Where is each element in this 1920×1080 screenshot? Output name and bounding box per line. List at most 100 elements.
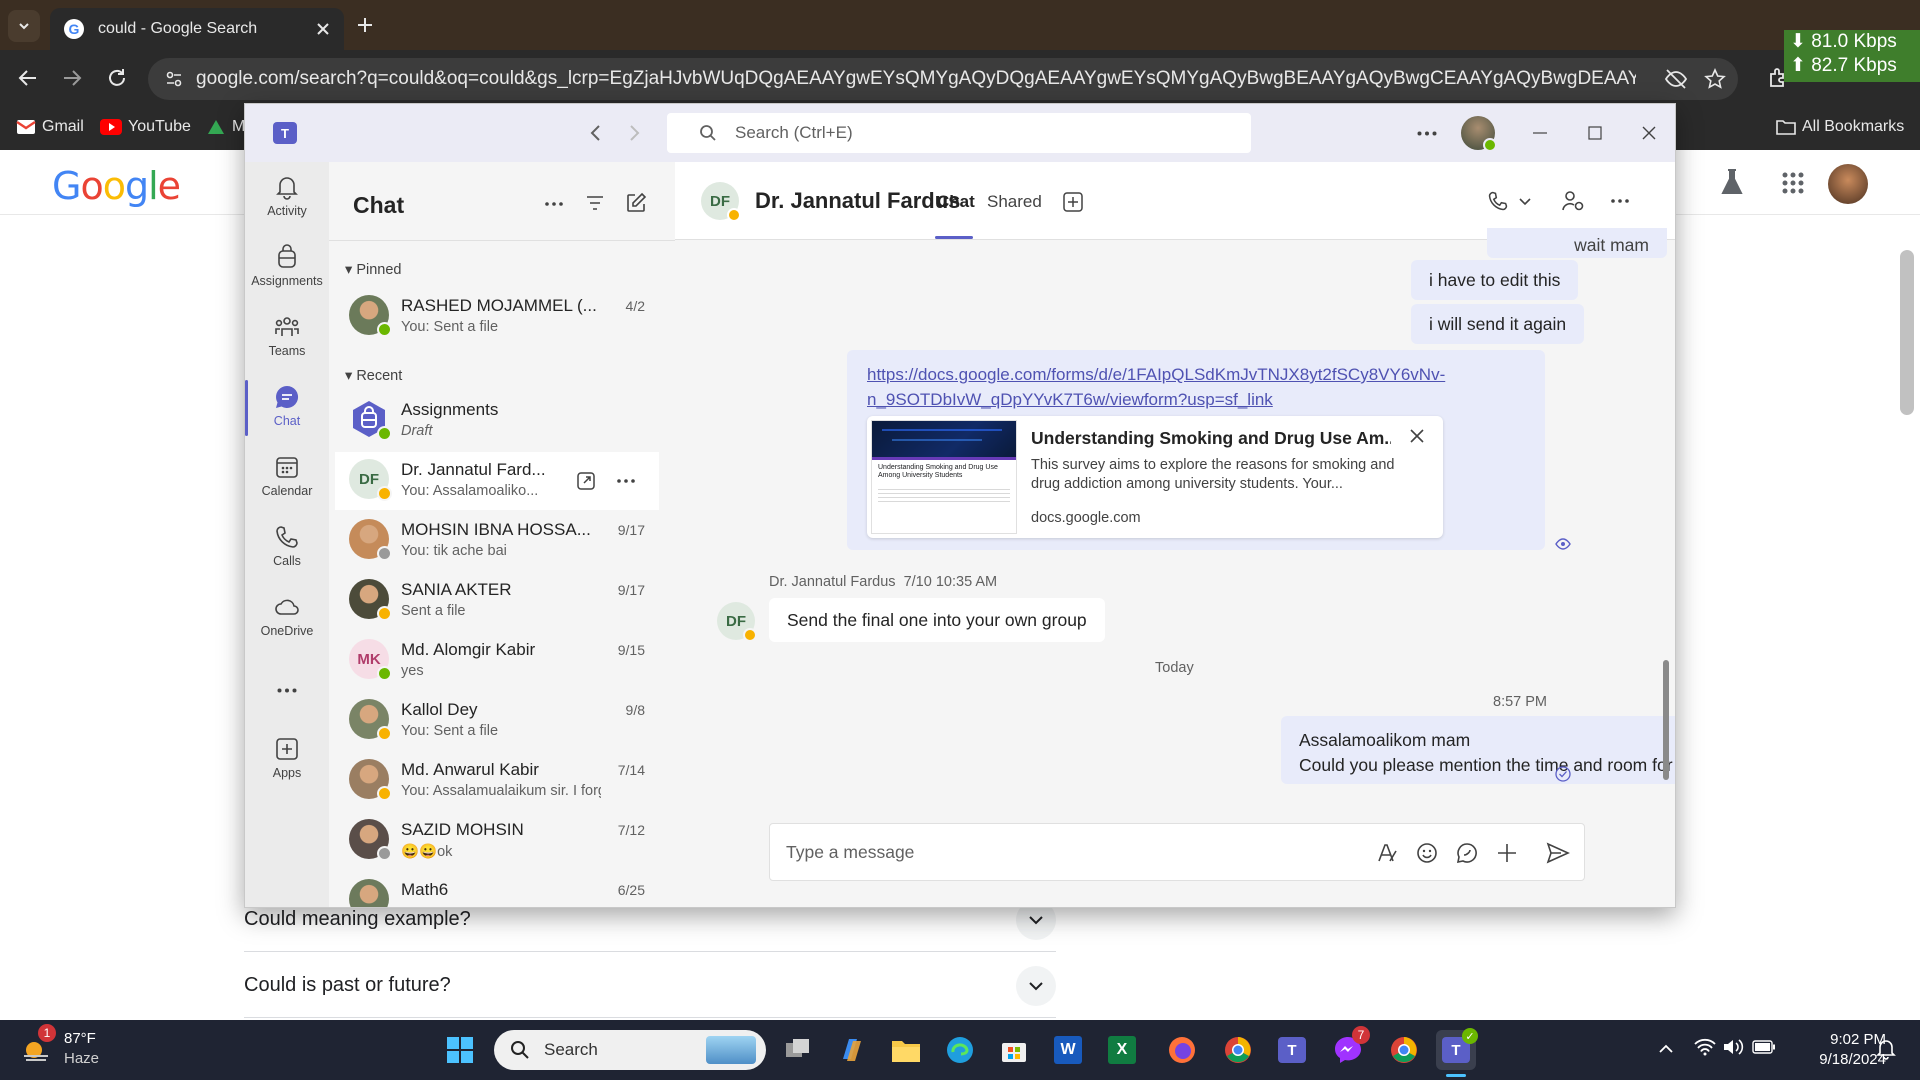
more-options-icon[interactable] — [1417, 131, 1437, 136]
address-bar[interactable]: google.com/search?q=could&oq=could&gs_lc… — [148, 58, 1738, 100]
tab-chat[interactable]: Chat — [937, 192, 975, 212]
conversation-scrollbar[interactable] — [1663, 660, 1669, 780]
wifi-icon[interactable] — [1694, 1038, 1716, 1056]
eye-off-icon[interactable] — [1664, 68, 1688, 90]
clock[interactable]: 9:02 PM 9/18/2024 — [1786, 1030, 1886, 1070]
faq-item[interactable]: Could is past or future? — [244, 954, 1056, 1018]
call-phone-icon[interactable] — [1487, 190, 1509, 212]
nav-back-icon[interactable] — [589, 124, 601, 142]
edge-app[interactable] — [940, 1030, 980, 1070]
reload-icon[interactable] — [105, 66, 129, 90]
rail-onedrive[interactable]: OneDrive — [245, 594, 329, 638]
bookmark-other[interactable]: M — [206, 118, 245, 136]
taskbar-search[interactable]: Search — [494, 1030, 766, 1070]
chrome-app[interactable] — [1218, 1030, 1258, 1070]
chevron-up-icon[interactable] — [1658, 1044, 1674, 1054]
emoji-icon[interactable] — [1416, 842, 1438, 864]
tab-list-button[interactable] — [8, 10, 40, 42]
browser-tab-active[interactable]: G could - Google Search — [50, 8, 344, 50]
link-preview-card[interactable]: Understanding Smoking and Drug Use Among… — [867, 416, 1443, 538]
more-options-icon[interactable] — [1611, 199, 1629, 203]
teams-app-active[interactable]: T ✓ — [1436, 1028, 1478, 1070]
start-button[interactable] — [440, 1030, 480, 1070]
add-tab-icon[interactable] — [1063, 192, 1083, 212]
chat-list-item[interactable]: Assignments Draft — [335, 392, 659, 450]
back-arrow-icon[interactable] — [16, 66, 40, 90]
rail-calls[interactable]: Calls — [245, 524, 329, 568]
minimize-icon[interactable] — [1533, 132, 1547, 134]
all-bookmarks[interactable]: All Bookmarks — [1776, 118, 1904, 136]
filter-icon[interactable] — [585, 194, 605, 212]
chat-list-item[interactable]: Math6 6/25 — [335, 872, 659, 907]
chevron-down-icon[interactable] — [1519, 198, 1531, 206]
rail-assignments[interactable]: Assignments — [245, 244, 329, 288]
send-icon[interactable] — [1546, 842, 1570, 864]
google-logo[interactable]: Google — [52, 164, 181, 208]
chat-list-item[interactable]: RASHED MOJAMMEL (... You: Sent a file 4/2 — [335, 288, 659, 346]
chat-list-item[interactable]: MOHSIN IBNA HOSSA... You: tik ache bai 9/1… — [335, 512, 659, 570]
notification-bell-icon[interactable] — [1876, 1038, 1896, 1060]
account-avatar[interactable] — [1828, 164, 1868, 204]
volume-icon[interactable] — [1722, 1038, 1744, 1056]
chat-list-item[interactable]: Md. Anwarul Kabir You: Assalamualaikum si… — [335, 752, 659, 810]
close-window-icon[interactable] — [1642, 126, 1656, 140]
store-app[interactable] — [994, 1030, 1034, 1070]
file-explorer-app[interactable] — [886, 1030, 926, 1070]
rail-apps[interactable]: Apps — [245, 736, 329, 780]
excel-app[interactable]: X — [1102, 1030, 1142, 1070]
incoming-message[interactable]: Send the final one into your own group — [769, 598, 1105, 642]
teams-search-input[interactable]: Search (Ctrl+E) — [667, 113, 1251, 153]
more-apps-icon[interactable] — [277, 688, 297, 693]
loop-icon[interactable] — [1456, 842, 1478, 864]
pinned-section-header[interactable]: ▾ Pinned — [345, 262, 401, 278]
bookmark-gmail[interactable]: Gmail — [16, 118, 84, 136]
message-bubble[interactable]: i have to edit this — [1411, 260, 1579, 300]
chat-list-item[interactable]: SANIA AKTER Sent a file 9/17 — [335, 572, 659, 630]
new-chat-icon[interactable] — [625, 192, 647, 214]
message-link[interactable]: https://docs.google.com/forms/d/e/1FAIpQ… — [867, 362, 1445, 412]
messenger-app[interactable]: 7 — [1328, 1026, 1370, 1070]
chrome-profile-app[interactable] — [1384, 1030, 1424, 1070]
link-message-bubble[interactable]: https://docs.google.com/forms/d/e/1FAIpQ… — [847, 350, 1545, 550]
site-info-icon[interactable] — [164, 69, 184, 89]
expand-button[interactable] — [1016, 965, 1056, 1006]
chat-list-item[interactable]: SAZID MOHSIN 😀😀ok 7/12 — [335, 812, 659, 870]
compose-box[interactable]: Type a message — [769, 823, 1585, 881]
contact-name[interactable]: Dr. Jannatul Fardus — [755, 188, 960, 214]
new-tab-icon[interactable] — [355, 15, 375, 35]
people-settings-icon[interactable] — [1561, 190, 1585, 212]
more-options-icon[interactable] — [545, 202, 563, 206]
rail-chat[interactable]: Chat — [245, 384, 329, 428]
apps-grid-icon[interactable] — [1782, 172, 1804, 194]
attach-plus-icon[interactable] — [1496, 842, 1518, 864]
word-app[interactable]: W — [1048, 1030, 1088, 1070]
message-bubble[interactable]: i will send it again — [1411, 304, 1585, 344]
chat-list-item[interactable]: Kallol Dey You: Sent a file 9/8 — [335, 692, 659, 750]
tab-shared[interactable]: Shared — [987, 192, 1042, 212]
rail-calendar[interactable]: Calendar — [245, 454, 329, 498]
battery-icon[interactable] — [1752, 1040, 1776, 1054]
copilot-app[interactable] — [832, 1030, 872, 1070]
rail-teams[interactable]: Teams — [245, 314, 329, 358]
nav-forward-icon[interactable] — [629, 124, 641, 142]
recent-section-header[interactable]: ▾ Recent — [345, 368, 402, 384]
close-preview-icon[interactable] — [1409, 428, 1425, 444]
rail-activity[interactable]: Activity — [245, 174, 329, 218]
firefox-app[interactable] — [1162, 1030, 1202, 1070]
forward-arrow-icon[interactable] — [60, 66, 84, 90]
chat-list-item[interactable]: DF Dr. Jannatul Fard... You: Assalamoaliko… — [335, 452, 659, 510]
message-bubble[interactable]: Assalamoalikom mam Could you please ment… — [1281, 716, 1675, 784]
more-options-icon[interactable] — [617, 479, 635, 483]
page-scrollbar[interactable] — [1900, 250, 1914, 415]
labs-flask-icon[interactable] — [1720, 168, 1744, 196]
weather-widget[interactable]: 1 87°F Haze — [20, 1024, 140, 1074]
star-bookmark-icon[interactable] — [1704, 68, 1726, 90]
chat-list-item[interactable]: MK Md. Alomgir Kabir yes 9/15 — [335, 632, 659, 690]
teams-app[interactable]: T — [1272, 1030, 1312, 1070]
close-tab-icon[interactable] — [316, 22, 330, 36]
pop-out-chat-icon[interactable] — [577, 472, 595, 490]
bookmark-youtube[interactable]: YouTube — [100, 118, 191, 136]
task-view-button[interactable] — [778, 1030, 818, 1070]
format-icon[interactable] — [1376, 842, 1398, 864]
message-bubble[interactable]: wait mam — [1487, 228, 1667, 258]
